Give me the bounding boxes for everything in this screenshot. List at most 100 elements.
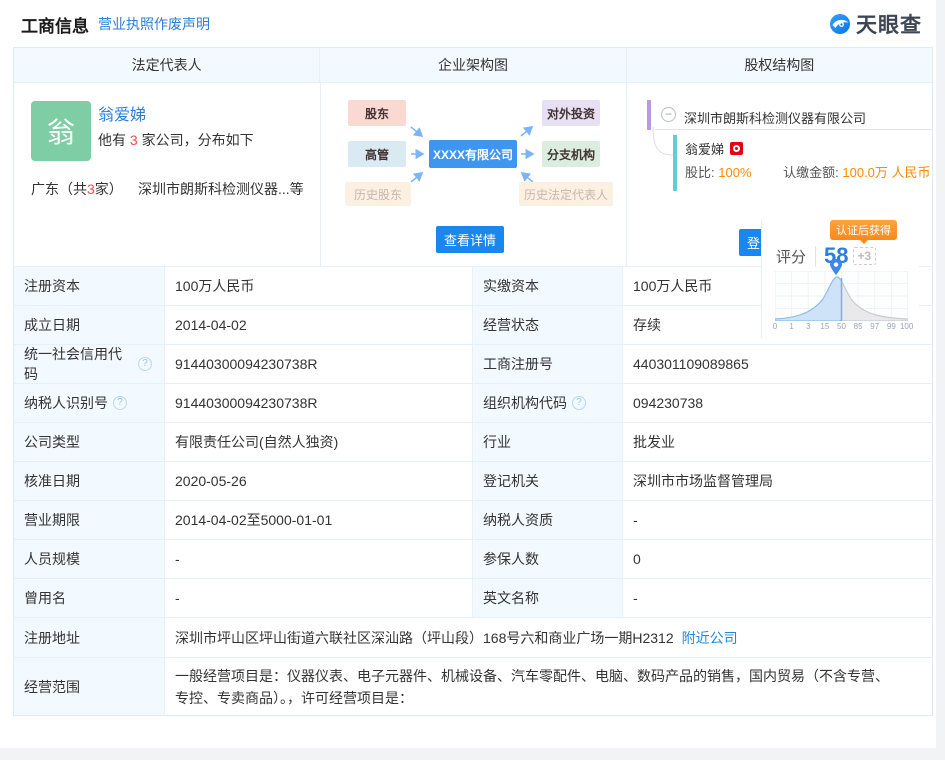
rep-region-suffix: 家）	[95, 181, 123, 197]
equity-holder-bar	[673, 135, 677, 191]
equity-holder-row: 翁爱娣	[685, 139, 743, 158]
field-label: 工商注册号	[473, 345, 622, 383]
field-value: 2014-04-02至5000-01-01	[164, 501, 473, 539]
node-history-legal-rep: 历史法定代表人	[519, 182, 613, 206]
amount-label: 认缴金额:	[783, 165, 839, 180]
collapse-icon[interactable]: −	[661, 107, 676, 122]
equity-detail-row: 股比: 100% 认缴金额: 100.0万 人民币	[685, 162, 931, 181]
equity-company-name: 深圳市朗斯科检测仪器有限公司	[684, 108, 866, 127]
help-icon[interactable]: ?	[138, 357, 152, 371]
table-row: 营业期限 2014-04-02至5000-01-01 纳税人资质 -	[14, 500, 932, 539]
table-row: 核准日期 2020-05-26 登记机关 深圳市市场监督管理局	[14, 461, 932, 500]
field-value: 深圳市市场监督管理局	[622, 462, 932, 500]
section-header-row: 法定代表人 企业架构图 股权结构图	[14, 48, 932, 82]
field-value: 91440300094230738R	[164, 384, 473, 422]
avatar: 翁	[31, 101, 91, 161]
page-title: 工商信息	[21, 12, 89, 37]
field-label: 纳税人识别号	[24, 393, 108, 413]
table-row: 曾用名 - 英文名称 -	[14, 578, 932, 617]
nearby-companies-link[interactable]: 附近公司	[682, 628, 738, 648]
tick-label: 0	[773, 322, 777, 331]
view-detail-button[interactable]: 查看详情	[436, 226, 504, 253]
tick-label: 3	[806, 322, 810, 331]
score-label: 评分	[776, 246, 816, 267]
field-label: 注册资本	[14, 267, 164, 305]
node-branches: 分支机构	[542, 141, 600, 167]
field-value: 094230738	[622, 384, 932, 422]
tick-label: 50	[837, 322, 846, 331]
ratio-label: 股比:	[685, 165, 715, 180]
field-label: 成立日期	[14, 306, 164, 344]
top-bar: 工商信息 营业执照作废声明 天眼查	[0, 0, 936, 47]
header-org-chart: 企业架构图	[319, 48, 625, 82]
field-value: 440301109089865	[622, 345, 932, 383]
amount-value: 100.0万 人民币	[842, 165, 930, 180]
rep-summary-prefix: 他有	[98, 132, 130, 148]
field-value: 0	[622, 540, 932, 578]
content-card: 工商信息 营业执照作废声明 天眼查 法定代表人 企业架构图 股	[0, 0, 936, 748]
table-row-scope: 经营范围 一般经营项目是：仪器仪表、电子元器件、机械设备、汽车零配件、电脑、数码…	[14, 657, 932, 715]
field-value: 100万人民币	[164, 267, 473, 305]
tick-label: 100	[900, 322, 913, 331]
table-row: 纳税人识别号 ? 91440300094230738R 组织机构代码 ? 094…	[14, 383, 932, 422]
node-investments: 对外投资	[542, 100, 600, 126]
rep-region-prefix: 广东（共	[31, 181, 87, 197]
field-label: 英文名称	[473, 579, 622, 617]
tick-label: 1	[789, 322, 793, 331]
node-executives: 高管	[348, 141, 406, 167]
rep-region: 广东（共3家）	[31, 179, 123, 199]
rep-region-count: 3	[87, 181, 95, 197]
field-label: 注册地址	[14, 618, 164, 657]
field-label: 公司类型	[14, 423, 164, 461]
rep-company-ref: 深圳市朗斯科检测仪器...等	[138, 179, 304, 199]
field-value: 2020-05-26	[164, 462, 473, 500]
rep-summary: 他有 3 家公司，分布如下	[98, 130, 254, 150]
field-label: 行业	[473, 423, 622, 461]
field-label: 营业期限	[14, 501, 164, 539]
equity-parent-bar	[647, 100, 651, 130]
license-invalid-link[interactable]: 营业执照作废声明	[98, 14, 210, 34]
field-label: 曾用名	[14, 579, 164, 617]
field-value: -	[164, 540, 473, 578]
legal-rep-name-link[interactable]: 翁爱娣	[98, 101, 146, 125]
brand-logo: 天眼查	[828, 9, 922, 39]
score-distribution-chart	[775, 271, 908, 321]
tick-label: 99	[887, 322, 896, 331]
registered-address: 深圳市坪山区坪山街道六联社区深汕路（坪山段）168号六和商业广场一期H2312	[175, 628, 674, 648]
equity-divider	[655, 129, 933, 130]
help-icon[interactable]: ?	[113, 396, 127, 410]
certification-badge: 认证后获得	[830, 220, 897, 240]
brand-name: 天眼查	[856, 9, 922, 39]
business-scope: 一般经营项目是：仪器仪表、电子元器件、机械设备、汽车零配件、电脑、数码产品的销售…	[164, 658, 932, 715]
node-history-shareholders: 历史股东	[345, 182, 411, 206]
field-label: 人员规模	[14, 540, 164, 578]
table-row-address: 注册地址 深圳市坪山区坪山街道六联社区深汕路（坪山段）168号六和商业广场一期H…	[14, 617, 932, 657]
field-label: 参保人数	[473, 540, 622, 578]
ratio-value: 100%	[718, 165, 751, 180]
header-equity-chart: 股权结构图	[626, 48, 932, 82]
tick-label: 85	[854, 322, 863, 331]
field-label: 核准日期	[14, 462, 164, 500]
rep-company-count: 3	[130, 132, 138, 148]
field-value: 有限责任公司(自然人独资)	[164, 423, 473, 461]
node-company-placeholder: XXXX有限公司	[429, 140, 517, 168]
field-label: 统一社会信用代码	[24, 344, 133, 384]
header-legal-rep: 法定代表人	[14, 48, 319, 82]
field-value: -	[622, 579, 932, 617]
field-value: -	[164, 579, 473, 617]
score-bonus: +3	[853, 247, 877, 265]
field-label: 经营状态	[473, 306, 622, 344]
score-panel: 认证后获得 评分 58 +3	[761, 219, 919, 338]
field-value: 批发业	[622, 423, 932, 461]
table-row: 统一社会信用代码 ? 91440300094230738R 工商注册号 4403…	[14, 344, 932, 383]
org-chart-panel: 股东 高管 历史股东 XXXX有限公司 对外投资 分支机构 历史法定代表人 查看…	[320, 83, 626, 266]
help-icon[interactable]: ?	[572, 396, 586, 410]
field-value: -	[622, 501, 932, 539]
score-line: 评分 58 +3	[776, 243, 876, 269]
business-info-page: 工商信息 营业执照作废声明 天眼查 法定代表人 企业架构图 股	[0, 0, 945, 760]
node-shareholders: 股东	[348, 100, 406, 126]
field-value: 2014-04-02	[164, 306, 473, 344]
field-label: 登记机关	[473, 462, 622, 500]
field-label: 经营范围	[14, 658, 164, 715]
field-label: 纳税人资质	[473, 501, 622, 539]
